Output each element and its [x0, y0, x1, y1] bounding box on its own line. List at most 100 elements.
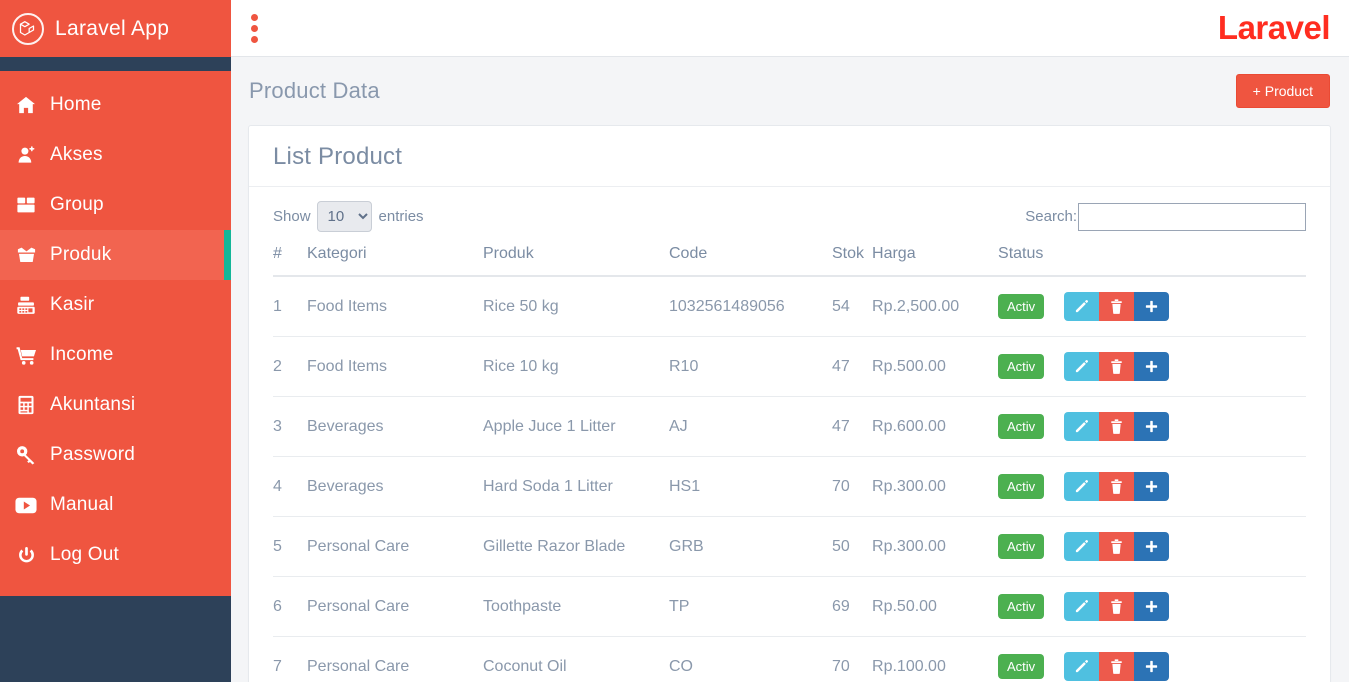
sidebar-item-logout[interactable]: Log Out	[0, 530, 231, 580]
table-row: 7 Personal Care Coconut Oil CO 70 Rp.100.00 Ac…	[273, 636, 1306, 682]
delete-button[interactable]	[1099, 592, 1135, 621]
sidebar-item-produk[interactable]: Produk	[0, 230, 231, 280]
add-button[interactable]	[1134, 352, 1170, 381]
sidebar-divider	[0, 57, 231, 71]
delete-button[interactable]	[1099, 352, 1135, 381]
cell-kategori: Food Items	[307, 276, 483, 337]
cell-stok: 70	[832, 456, 873, 517]
cell-stok: 47	[832, 336, 873, 397]
sidebar-item-label: Group	[50, 194, 104, 215]
sidebar-item-password[interactable]: Password	[0, 430, 231, 480]
cell-code: HS1	[669, 456, 832, 517]
edit-button[interactable]	[1064, 472, 1100, 501]
pencil-icon	[1074, 359, 1089, 374]
sidebar-item-income[interactable]: Income	[0, 330, 231, 380]
delete-button[interactable]	[1099, 472, 1135, 501]
status-badge[interactable]: Activ	[998, 354, 1045, 379]
status-badge[interactable]: Activ	[998, 414, 1045, 439]
column-header-produk[interactable]: Produk	[483, 242, 669, 277]
sidebar-item-akuntansi[interactable]: Akuntansi	[0, 380, 231, 430]
card-header: List Product	[249, 126, 1330, 187]
status-badge[interactable]: Activ	[998, 294, 1045, 319]
open-box-icon	[15, 244, 37, 266]
sidebar-item-label: Manual	[50, 494, 114, 515]
trash-icon	[1110, 599, 1123, 614]
cell-kategori: Personal Care	[307, 576, 483, 637]
sidebar-item-kasir[interactable]: Kasir	[0, 280, 231, 330]
column-header-code[interactable]: Code	[669, 242, 832, 277]
column-header-harga[interactable]: Harga	[872, 242, 999, 277]
trash-icon	[1110, 659, 1123, 674]
sidebar-brand[interactable]: Laravel App	[0, 0, 231, 57]
cell-harga: Rp.300.00	[872, 456, 999, 517]
add-button[interactable]	[1134, 472, 1170, 501]
edit-button[interactable]	[1064, 292, 1100, 321]
delete-button[interactable]	[1099, 652, 1135, 681]
plus-icon	[1144, 659, 1159, 674]
edit-button[interactable]	[1064, 532, 1100, 561]
plus-icon	[1144, 419, 1159, 434]
sidebar-item-label: Log Out	[50, 544, 120, 565]
entries-select[interactable]: 10 25 50 100	[316, 201, 372, 232]
search-input[interactable]	[1078, 202, 1306, 231]
key-icon	[15, 444, 37, 466]
edit-button[interactable]	[1064, 652, 1100, 681]
status-badge[interactable]: Activ	[998, 534, 1045, 559]
add-product-button[interactable]: + Product	[1235, 74, 1330, 108]
edit-button[interactable]	[1064, 592, 1100, 621]
cash-register-icon	[15, 294, 37, 316]
add-button[interactable]	[1134, 412, 1170, 441]
cell-harga: Rp.50.00	[872, 576, 999, 637]
cell-code: R10	[669, 336, 832, 397]
cell-kategori: Personal Care	[307, 516, 483, 577]
cell-stok: 50	[832, 516, 873, 577]
column-header-no[interactable]: #	[273, 242, 307, 277]
list-product-card: List Product Show 10 25 50 100 entries	[248, 125, 1331, 682]
cell-status: Activ	[998, 516, 1306, 577]
cell-stok: 70	[832, 636, 873, 682]
status-badge[interactable]: Activ	[998, 594, 1045, 619]
edit-button[interactable]	[1064, 412, 1100, 441]
cell-harga: Rp.100.00	[872, 636, 999, 682]
delete-button[interactable]	[1099, 532, 1135, 561]
sidebar-item-akses[interactable]: Akses	[0, 130, 231, 180]
cell-harga: Rp.300.00	[872, 516, 999, 577]
sidebar-item-label: Kasir	[50, 294, 95, 315]
pencil-icon	[1074, 599, 1089, 614]
add-button[interactable]	[1134, 652, 1170, 681]
delete-button[interactable]	[1099, 292, 1135, 321]
add-button[interactable]	[1134, 592, 1170, 621]
status-badge[interactable]: Activ	[998, 654, 1045, 679]
column-header-stok[interactable]: Stok	[832, 242, 873, 277]
row-actions	[1064, 652, 1170, 681]
search-control: Search:	[1025, 202, 1306, 231]
status-badge[interactable]: Activ	[998, 474, 1045, 499]
sidebar-item-home[interactable]: Home	[0, 80, 231, 130]
table-header-row: # Kategori Produk Code Stok Harga Status	[273, 242, 1306, 277]
user-shield-icon	[15, 144, 37, 166]
column-header-status[interactable]: Status	[998, 242, 1306, 277]
plus-icon	[1144, 539, 1159, 554]
pencil-icon	[1074, 479, 1089, 494]
add-button[interactable]	[1134, 292, 1170, 321]
sidebar-item-label: Akses	[50, 144, 103, 165]
cell-status: Activ	[998, 276, 1306, 337]
column-header-kategori[interactable]: Kategori	[307, 242, 483, 277]
card-body: Show 10 25 50 100 entries Search:	[249, 187, 1330, 682]
delete-button[interactable]	[1099, 412, 1135, 441]
youtube-icon	[15, 494, 37, 516]
cell-stok: 47	[832, 396, 873, 457]
add-button[interactable]	[1134, 532, 1170, 561]
vertical-ellipsis-icon[interactable]	[234, 8, 274, 48]
cell-status: Activ	[998, 636, 1306, 682]
plus-icon	[1144, 479, 1159, 494]
sidebar-item-group[interactable]: Group	[0, 180, 231, 230]
table-row: 6 Personal Care Toothpaste TP 69 Rp.50.00 Acti…	[273, 576, 1306, 637]
sidebar-item-manual[interactable]: Manual	[0, 480, 231, 530]
cell-stok: 54	[832, 276, 873, 337]
cell-no: 6	[273, 576, 307, 637]
edit-button[interactable]	[1064, 352, 1100, 381]
cell-no: 3	[273, 396, 307, 457]
ellipsis-dot	[250, 13, 258, 21]
topbar-brand-logo: Laravel	[1217, 9, 1331, 46]
